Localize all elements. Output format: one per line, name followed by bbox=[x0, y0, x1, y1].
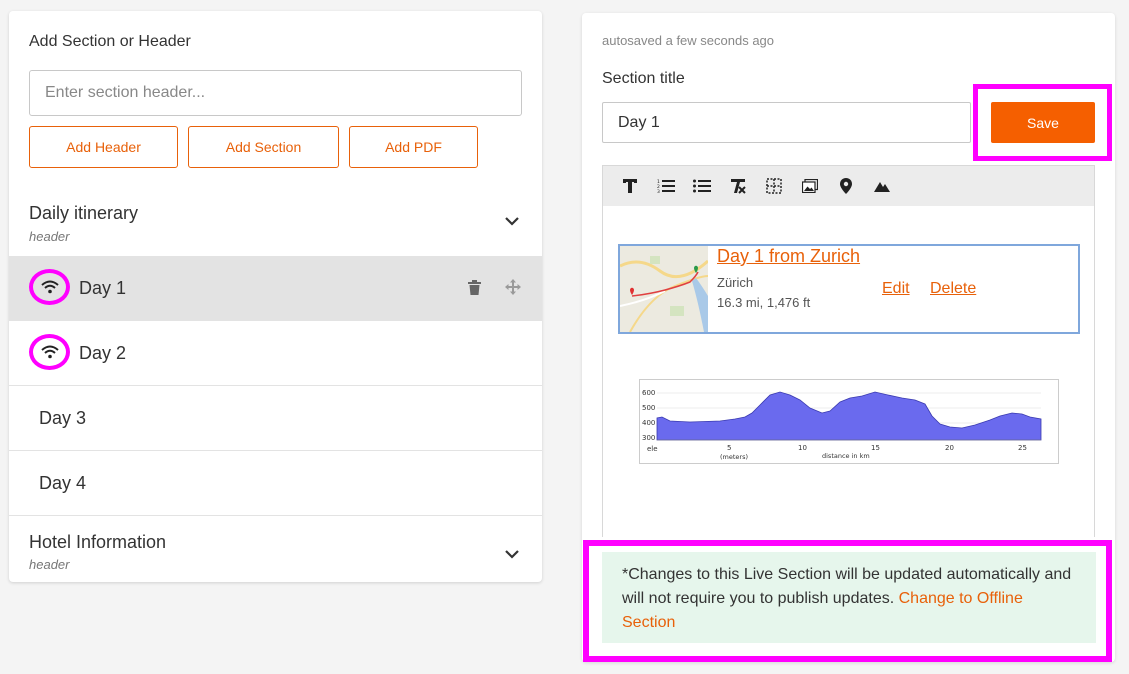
route-delete-link[interactable]: Delete bbox=[930, 280, 976, 298]
header-row-hotel-information[interactable]: Hotel Information header bbox=[9, 515, 542, 582]
route-edit-link[interactable]: Edit bbox=[882, 280, 910, 298]
add-header-button[interactable]: Add Header bbox=[29, 126, 178, 168]
section-title-input[interactable] bbox=[602, 102, 971, 143]
x-tick-label: 25 bbox=[1018, 444, 1027, 452]
bullet-list-icon[interactable] bbox=[684, 166, 720, 206]
y-tick-label: 600 bbox=[642, 389, 655, 397]
live-section-indicator bbox=[29, 269, 70, 305]
table-icon[interactable] bbox=[756, 166, 792, 206]
x-tick-label: 15 bbox=[871, 444, 880, 452]
y-tick-label: 300 bbox=[642, 434, 655, 442]
live-section-indicator bbox=[29, 334, 70, 370]
y-tick-label: 500 bbox=[642, 404, 655, 412]
trash-icon[interactable] bbox=[468, 280, 481, 295]
header-type-label: header bbox=[29, 557, 70, 572]
section-row-day-1[interactable]: Day 1 bbox=[9, 256, 542, 321]
text-format-icon[interactable] bbox=[612, 166, 648, 206]
section-label: Day 4 bbox=[39, 473, 87, 493]
move-handle-icon[interactable] bbox=[505, 279, 521, 295]
y-tick-label: 400 bbox=[642, 419, 655, 427]
live-section-notice: *Changes to this Live Section will be up… bbox=[602, 552, 1096, 643]
x-tick-label: 20 bbox=[945, 444, 954, 452]
save-button[interactable]: Save bbox=[991, 102, 1095, 143]
header-row-daily-itinerary[interactable]: Daily itinerary header bbox=[9, 183, 542, 256]
add-section-button[interactable]: Add Section bbox=[188, 126, 339, 168]
section-label: Day 3 bbox=[39, 408, 87, 428]
wifi-icon bbox=[40, 280, 59, 294]
route-location: Zürich bbox=[717, 275, 754, 290]
map-pin-icon[interactable] bbox=[828, 166, 864, 206]
add-pdf-button[interactable]: Add PDF bbox=[349, 126, 478, 168]
add-section-title: Add Section or Header bbox=[29, 33, 191, 50]
header-type-label: header bbox=[29, 229, 70, 244]
y-axis-label: ele bbox=[647, 445, 658, 453]
sections-panel: Add Section or Header Add Header Add Sec… bbox=[9, 11, 542, 582]
svg-text:3: 3 bbox=[657, 189, 660, 193]
chevron-down-icon[interactable] bbox=[504, 549, 520, 559]
y-unit-label: (meters) bbox=[720, 453, 748, 461]
chevron-down-icon[interactable] bbox=[504, 216, 520, 226]
route-card: Day 1 from Zurich Zürich 16.3 mi, 1,476 … bbox=[618, 244, 1080, 334]
section-label: Day 1 bbox=[79, 278, 127, 298]
editor-toolbar: 123 bbox=[603, 166, 1094, 206]
route-map-thumbnail[interactable] bbox=[620, 246, 708, 332]
section-row-day-3[interactable]: Day 3 bbox=[9, 386, 542, 451]
section-row-day-2[interactable]: Day 2 bbox=[9, 321, 542, 386]
section-header-input[interactable] bbox=[29, 70, 522, 116]
elevation-profile-chart: 600 500 400 300 ele 5 10 15 20 25 (meter… bbox=[639, 379, 1059, 464]
image-icon[interactable] bbox=[792, 166, 828, 206]
rich-text-editor[interactable]: 123 Day 1 from Zurich Zürich 16.3 mi, 1,… bbox=[602, 165, 1095, 537]
route-stats: 16.3 mi, 1,476 ft bbox=[717, 295, 811, 310]
autosave-status: autosaved a few seconds ago bbox=[602, 33, 775, 48]
wifi-icon bbox=[40, 345, 59, 359]
x-tick-label: 10 bbox=[798, 444, 807, 452]
section-title-label: Section title bbox=[602, 70, 685, 87]
numbered-list-icon[interactable]: 123 bbox=[648, 166, 684, 206]
x-tick-label: 5 bbox=[727, 444, 731, 452]
x-axis-label: distance in km bbox=[822, 452, 870, 460]
mountain-icon[interactable] bbox=[864, 166, 900, 206]
route-title-link[interactable]: Day 1 from Zurich bbox=[717, 246, 860, 267]
section-label: Day 2 bbox=[79, 343, 127, 363]
section-row-day-4[interactable]: Day 4 bbox=[9, 451, 542, 516]
clear-format-icon[interactable] bbox=[720, 166, 756, 206]
header-title: Daily itinerary bbox=[29, 203, 139, 223]
header-title: Hotel Information bbox=[29, 532, 167, 552]
